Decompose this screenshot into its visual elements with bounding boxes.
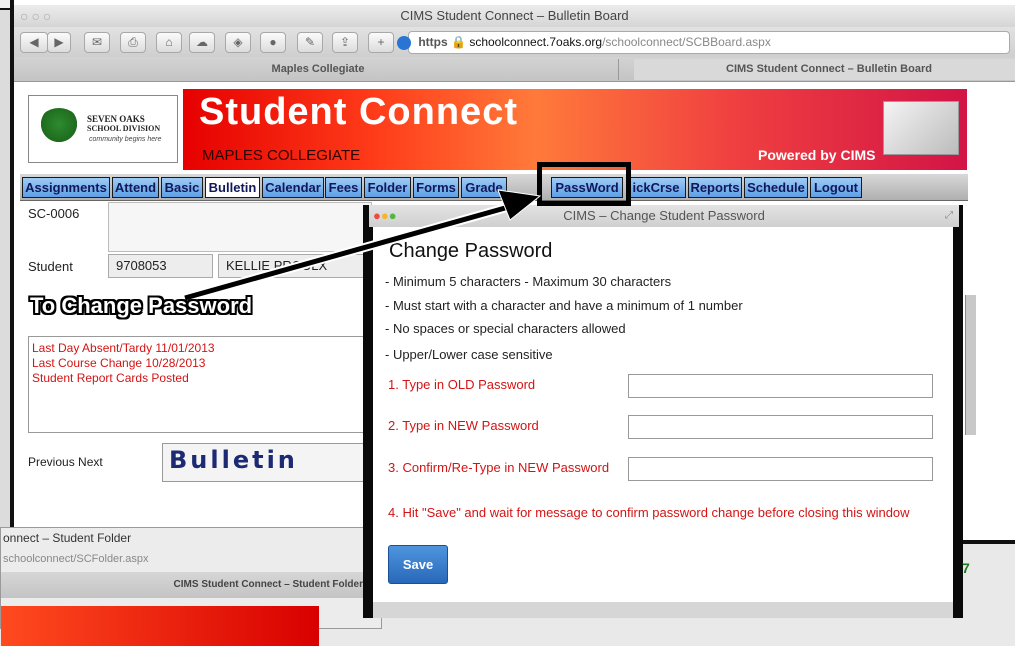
callout-text: To Change Password [30,293,253,318]
